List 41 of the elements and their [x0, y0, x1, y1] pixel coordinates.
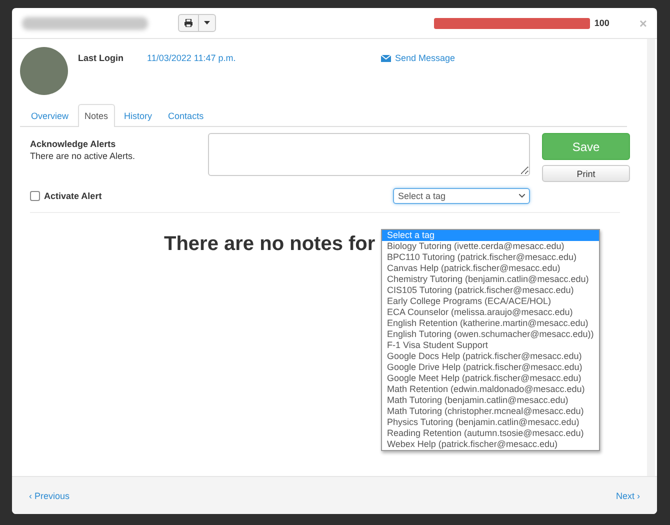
- tag-option[interactable]: Math Retention (edwin.maldonado@mesacc.edu): [382, 384, 599, 395]
- tag-option[interactable]: Physics Tutoring (benjamin.catlin@mesacc.edu): [382, 417, 599, 428]
- note-field[interactable]: [208, 133, 530, 176]
- tab[interactable]: Notes: [78, 104, 116, 127]
- tag-option[interactable]: Math Tutoring (benjamin.catlin@mesacc.edu): [382, 395, 599, 406]
- tag-option[interactable]: Webex Help (patrick.fischer@mesacc.edu): [382, 439, 599, 450]
- activate-alert-label: Activate Alert: [44, 191, 102, 201]
- tag-option[interactable]: CIS105 Tutoring (patrick.fischer@mesacc.edu): [382, 285, 599, 296]
- tag-option[interactable]: BPC110 Tutoring (patrick.fischer@mesacc.edu): [382, 252, 599, 263]
- tab[interactable]: Contacts: [161, 104, 211, 126]
- tag-option[interactable]: Reading Retention (autumn.tsosie@mesacc.edu): [382, 428, 599, 439]
- chevron-icon: [519, 194, 525, 198]
- envelope-icon: [381, 54, 391, 62]
- tag-select[interactable]: Select a tag: [393, 188, 530, 204]
- tab[interactable]: History: [117, 104, 160, 126]
- tag-option[interactable]: Chemistry Tutoring (benjamin.catlin@mesacc.edu): [382, 274, 599, 285]
- tag-option[interactable]: ECA Counselor (melissa.araujo@mesacc.edu): [382, 307, 599, 318]
- activate-alert-checkbox[interactable]: [30, 191, 40, 201]
- tag-option[interactable]: English Tutoring (owen.schumacher@mesacc.edu)): [382, 329, 599, 340]
- empty-notes-message: There are no notes for: [164, 233, 376, 256]
- tag-option[interactable]: Early College Programs (ECA/ACE/HOL): [382, 296, 599, 307]
- print-button[interactable]: Print: [542, 165, 630, 182]
- tag-option[interactable]: F-1 Visa Student Support: [382, 340, 599, 351]
- tag-option[interactable]: Canvas Help (patrick.fischer@mesacc.edu): [382, 263, 599, 274]
- printer-icon: [184, 19, 193, 27]
- score-value: 100: [594, 18, 610, 28]
- tag-option[interactable]: Google Docs Help (patrick.fischer@mesacc.edu): [382, 351, 599, 362]
- tag-option[interactable]: English Retention (katherine.martin@mesacc.edu): [382, 318, 599, 329]
- tag-option[interactable]: Google Meet Help (patrick.fischer@mesacc.edu): [382, 373, 599, 384]
- alerts-title: Acknowledge Alerts: [30, 139, 117, 149]
- tag-option[interactable]: Math Tutoring (christopher.mcneal@mesacc.edu): [382, 406, 599, 417]
- scrollbar[interactable]: [647, 39, 655, 476]
- caret-icon: [204, 21, 210, 25]
- alerts-message: There are no active Alerts.: [30, 151, 136, 161]
- last-login-label: Last Login: [78, 53, 124, 65]
- tag-option[interactable]: Google Drive Help (patrick.fischer@mesacc.edu): [382, 362, 599, 373]
- tag-option[interactable]: Biology Tutoring (ivette.cerda@mesacc.edu): [382, 241, 599, 252]
- tab[interactable]: Overview: [24, 104, 76, 126]
- avatar-placeholder: [20, 47, 68, 95]
- send-message-link[interactable]: Send Message: [381, 53, 456, 63]
- last-login-date: 11/03/2022 11:47 p.m.: [147, 53, 237, 65]
